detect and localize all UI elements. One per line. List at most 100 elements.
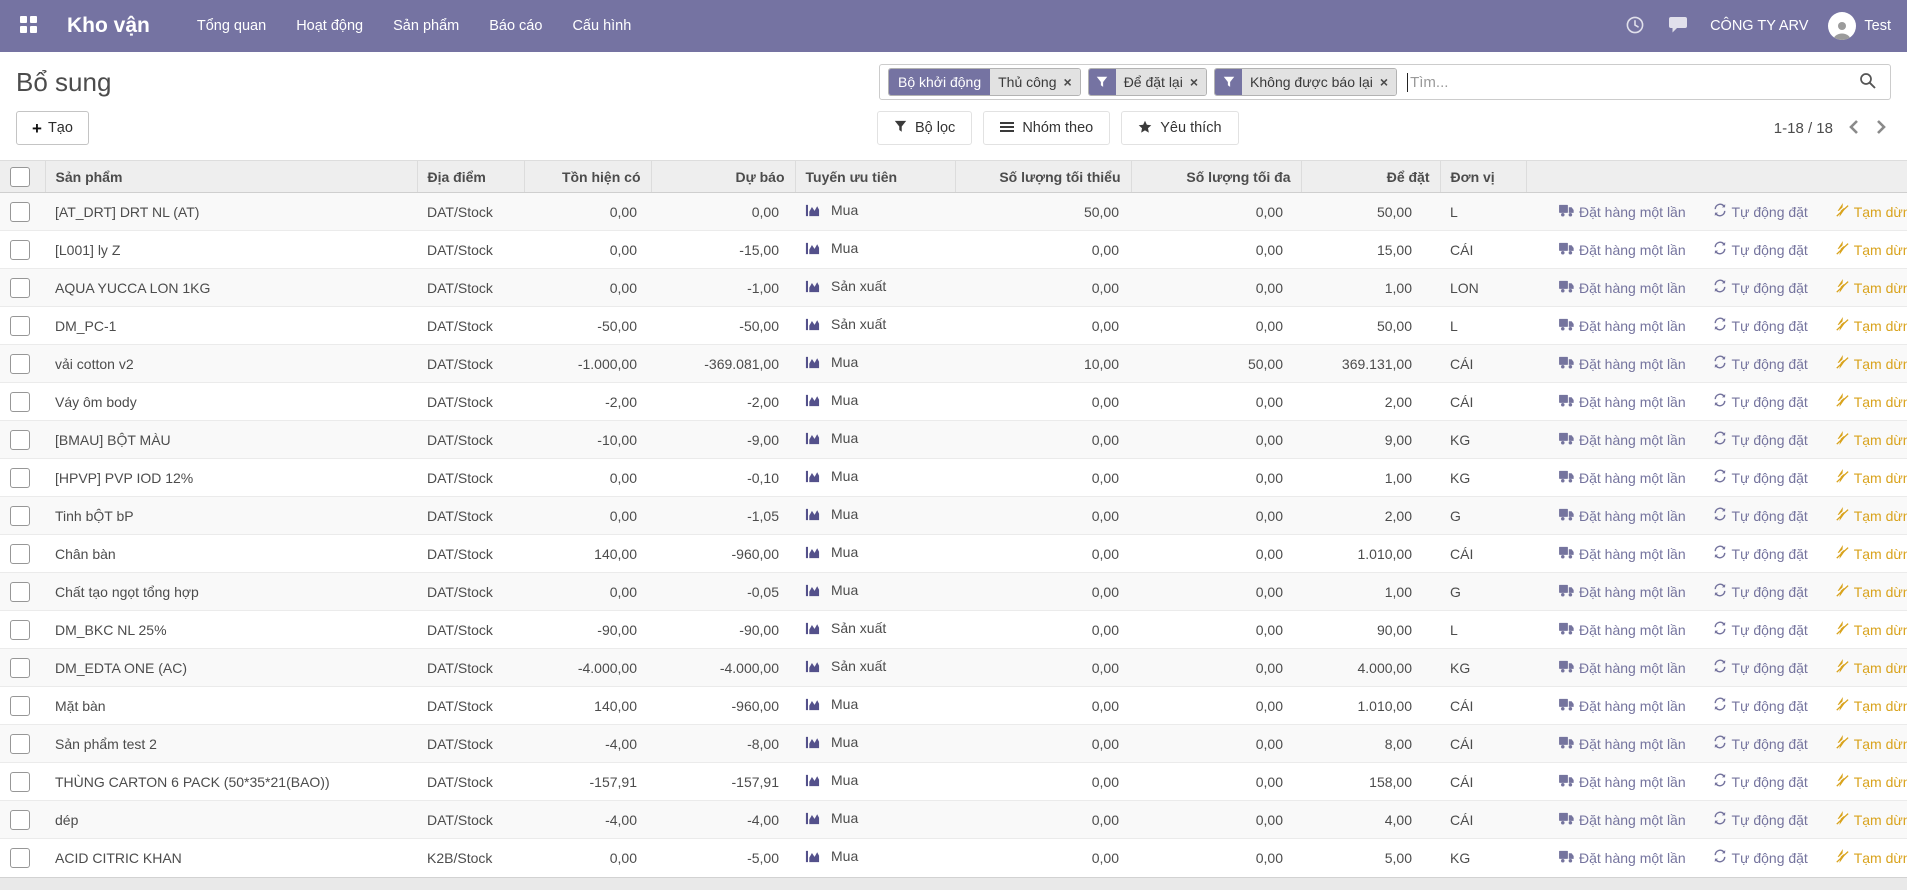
row-checkbox[interactable] <box>10 772 30 792</box>
header-to-order[interactable]: Để đặt <box>1301 161 1440 193</box>
header-uom[interactable]: Đơn vị <box>1440 161 1526 193</box>
row-checkbox[interactable] <box>10 848 30 868</box>
snooze-button[interactable]: Tạm dừng <box>1835 355 1907 372</box>
apps-menu-button[interactable] <box>16 12 41 40</box>
table-row[interactable]: Váy ôm body DAT/Stock -2,00 -2,00 Mua 0,… <box>0 383 1907 421</box>
automate-order-button[interactable]: Tự động đặt <box>1713 735 1808 752</box>
row-checkbox[interactable] <box>10 506 30 526</box>
search-box[interactable]: Bộ khởi động Thủ công × Để đặt lại × <box>879 64 1891 100</box>
table-row[interactable]: [L001] ly Z DAT/Stock 0,00 -15,00 Mua 0,… <box>0 231 1907 269</box>
automate-order-button[interactable]: Tự động đặt <box>1713 583 1808 600</box>
order-once-button[interactable]: Đặt hàng một lần <box>1559 698 1686 714</box>
order-once-button[interactable]: Đặt hàng một lần <box>1559 318 1686 334</box>
snooze-button[interactable]: Tạm dừng <box>1835 773 1907 790</box>
table-row[interactable]: [AT_DRT] DRT NL (AT) DAT/Stock 0,00 0,00… <box>0 193 1907 231</box>
forecast-chart-icon[interactable] <box>805 203 820 218</box>
order-once-button[interactable]: Đặt hàng một lần <box>1559 584 1686 600</box>
menu-operations[interactable]: Hoạt động <box>283 12 376 40</box>
header-forecast[interactable]: Dự báo <box>651 161 795 193</box>
pager-previous-button[interactable] <box>1848 119 1860 138</box>
order-once-button[interactable]: Đặt hàng một lần <box>1559 280 1686 296</box>
header-route[interactable]: Tuyến ưu tiên <box>795 161 955 193</box>
filters-button[interactable]: Bộ lọc <box>877 111 972 145</box>
automate-order-button[interactable]: Tự động đặt <box>1713 697 1808 714</box>
row-checkbox[interactable] <box>10 810 30 830</box>
favorites-button[interactable]: Yêu thích <box>1121 111 1238 145</box>
table-row[interactable]: ACID CITRIC KHAN K2B/Stock 0,00 -5,00 Mu… <box>0 839 1907 877</box>
header-min-qty[interactable]: Số lượng tối thiểu <box>955 161 1131 193</box>
order-once-button[interactable]: Đặt hàng một lần <box>1559 774 1686 790</box>
order-once-button[interactable]: Đặt hàng một lần <box>1559 660 1686 676</box>
row-checkbox[interactable] <box>10 582 30 602</box>
snooze-button[interactable]: Tạm dừng <box>1835 431 1907 448</box>
snooze-button[interactable]: Tạm dừng <box>1835 241 1907 258</box>
automate-order-button[interactable]: Tự động đặt <box>1713 849 1808 866</box>
automate-order-button[interactable]: Tự động đặt <box>1713 659 1808 676</box>
automate-order-button[interactable]: Tự động đặt <box>1713 317 1808 334</box>
menu-configuration[interactable]: Cấu hình <box>559 12 644 40</box>
table-row[interactable]: Tinh bỘT bP DAT/Stock 0,00 -1,05 Mua 0,0… <box>0 497 1907 535</box>
forecast-chart-icon[interactable] <box>805 241 820 256</box>
table-row[interactable]: [HPVP] PVP IOD 12% DAT/Stock 0,00 -0,10 … <box>0 459 1907 497</box>
row-checkbox[interactable] <box>10 544 30 564</box>
activities-button[interactable] <box>1624 14 1646 39</box>
row-checkbox[interactable] <box>10 316 30 336</box>
horizontal-scrollbar[interactable] <box>0 877 1907 890</box>
table-row[interactable]: Chất tạo ngọt tổng hợp DAT/Stock 0,00 -0… <box>0 573 1907 611</box>
automate-order-button[interactable]: Tự động đặt <box>1713 431 1808 448</box>
forecast-chart-icon[interactable] <box>805 773 820 788</box>
forecast-chart-icon[interactable] <box>805 583 820 598</box>
order-once-button[interactable]: Đặt hàng một lần <box>1559 242 1686 258</box>
snooze-button[interactable]: Tạm dừng <box>1835 849 1907 866</box>
group-by-button[interactable]: Nhóm theo <box>983 111 1110 145</box>
snooze-button[interactable]: Tạm dừng <box>1835 621 1907 638</box>
search-submit-button[interactable] <box>1853 71 1882 93</box>
facet-remove-button[interactable]: × <box>1064 75 1072 89</box>
create-button[interactable]: + Tạo <box>16 111 89 145</box>
snooze-button[interactable]: Tạm dừng <box>1835 735 1907 752</box>
pager-next-button[interactable] <box>1875 119 1887 138</box>
automate-order-button[interactable]: Tự động đặt <box>1713 355 1808 372</box>
automate-order-button[interactable]: Tự động đặt <box>1713 203 1808 220</box>
table-row[interactable]: Mặt bàn DAT/Stock 140,00 -960,00 Mua 0,0… <box>0 687 1907 725</box>
order-once-button[interactable]: Đặt hàng một lần <box>1559 622 1686 638</box>
search-input[interactable]: Tìm... <box>1410 74 1448 91</box>
table-row[interactable]: DM_PC-1 DAT/Stock -50,00 -50,00 Sản xuất… <box>0 307 1907 345</box>
automate-order-button[interactable]: Tự động đặt <box>1713 279 1808 296</box>
header-max-qty[interactable]: Số lượng tối đa <box>1131 161 1301 193</box>
automate-order-button[interactable]: Tự động đặt <box>1713 393 1808 410</box>
table-row[interactable]: THÙNG CARTON 6 PACK (50*35*21(BAO)) DAT/… <box>0 763 1907 801</box>
order-once-button[interactable]: Đặt hàng một lần <box>1559 394 1686 410</box>
row-checkbox[interactable] <box>10 240 30 260</box>
automate-order-button[interactable]: Tự động đặt <box>1713 621 1808 638</box>
row-checkbox[interactable] <box>10 734 30 754</box>
facet-remove-button[interactable]: × <box>1190 75 1198 89</box>
forecast-chart-icon[interactable] <box>805 469 820 484</box>
forecast-chart-icon[interactable] <box>805 317 820 332</box>
snooze-button[interactable]: Tạm dừng <box>1835 317 1907 334</box>
automate-order-button[interactable]: Tự động đặt <box>1713 507 1808 524</box>
automate-order-button[interactable]: Tự động đặt <box>1713 811 1808 828</box>
table-row[interactable]: vải cotton v2 DAT/Stock -1.000,00 -369.0… <box>0 345 1907 383</box>
order-once-button[interactable]: Đặt hàng một lần <box>1559 812 1686 828</box>
row-checkbox[interactable] <box>10 202 30 222</box>
forecast-chart-icon[interactable] <box>805 697 820 712</box>
table-row[interactable]: [BMAU] BỘT MÀU DAT/Stock -10,00 -9,00 Mu… <box>0 421 1907 459</box>
forecast-chart-icon[interactable] <box>805 393 820 408</box>
table-row[interactable]: Chân bàn DAT/Stock 140,00 -960,00 Mua 0,… <box>0 535 1907 573</box>
table-row[interactable]: DM_EDTA ONE (AC) DAT/Stock -4.000,00 -4.… <box>0 649 1907 687</box>
row-checkbox[interactable] <box>10 354 30 374</box>
snooze-button[interactable]: Tạm dừng <box>1835 393 1907 410</box>
forecast-chart-icon[interactable] <box>805 849 820 864</box>
company-switcher[interactable]: CÔNG TY ARV <box>1710 18 1808 34</box>
forecast-chart-icon[interactable] <box>805 621 820 636</box>
snooze-button[interactable]: Tạm dừng <box>1835 583 1907 600</box>
select-all-checkbox[interactable] <box>10 167 30 187</box>
header-on-hand[interactable]: Tồn hiện có <box>524 161 651 193</box>
forecast-chart-icon[interactable] <box>805 431 820 446</box>
row-checkbox[interactable] <box>10 658 30 678</box>
forecast-chart-icon[interactable] <box>805 659 820 674</box>
row-checkbox[interactable] <box>10 392 30 412</box>
row-checkbox[interactable] <box>10 468 30 488</box>
forecast-chart-icon[interactable] <box>805 279 820 294</box>
